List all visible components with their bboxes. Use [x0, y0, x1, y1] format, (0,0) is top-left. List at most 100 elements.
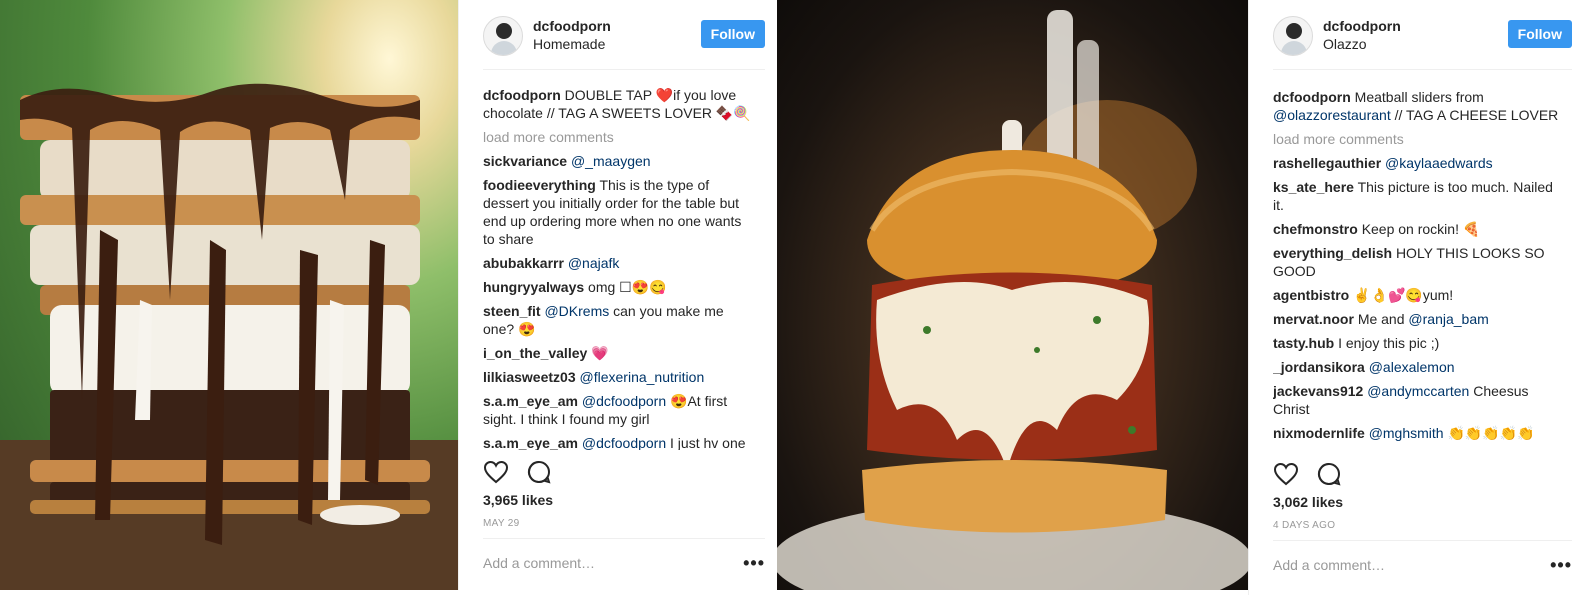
comment-mention[interactable]: @_maaygen [571, 153, 651, 169]
avatar[interactable] [483, 16, 523, 56]
comment-item: s.a.m_eye_am @dcfoodporn 😍At first sight… [483, 392, 755, 428]
comment-username[interactable]: foodieeverything [483, 177, 596, 193]
comment-username[interactable]: mervat.noor [1273, 311, 1354, 327]
comment-bubble-icon[interactable] [1317, 462, 1341, 491]
comment-item: nixmodernlife @mghsmith 👏👏👏👏👏 [1273, 424, 1562, 442]
comment-username[interactable]: s.a.m_eye_am [483, 435, 578, 450]
comment-username[interactable]: steen_fit [483, 303, 541, 319]
post-header: dcfoodporn Olazzo Follow [1273, 14, 1572, 70]
comment-item: abubakkarrr @najafk [483, 254, 755, 272]
post-photo-smores[interactable] [0, 0, 458, 590]
heart-icon[interactable] [1273, 462, 1299, 491]
post-side-panel: dcfoodporn Olazzo Follow dcfoodporn Meat… [1248, 0, 1582, 595]
load-more-comments-link[interactable]: load more comments [1273, 130, 1562, 148]
comment-item: tasty.hub I enjoy this pic ;) [1273, 334, 1562, 352]
comment-username[interactable]: hungryyalways [483, 279, 584, 295]
action-bar [1273, 462, 1355, 488]
comment-item: i_on_the_valley 💗 [483, 344, 755, 362]
add-comment-bar: ••• [1273, 540, 1572, 592]
comment-item: rashellegauthier @kaylaaedwards [1273, 154, 1562, 172]
more-options-icon[interactable]: ••• [743, 553, 765, 574]
add-comment-input[interactable] [1273, 557, 1513, 573]
post-photo-meatball-slider[interactable] [777, 0, 1248, 590]
comment-mention[interactable]: @DKrems [544, 303, 609, 319]
comment-text: Keep on rockin! 🍕 [1361, 221, 1481, 237]
caption: dcfoodporn DOUBLE TAP ❤️if you love choc… [483, 86, 755, 122]
location-link[interactable]: Olazzo [1323, 36, 1367, 52]
comment-username[interactable]: agentbistro [1273, 287, 1349, 303]
more-options-icon[interactable]: ••• [1550, 555, 1572, 576]
comment-username[interactable]: everything_delish [1273, 245, 1392, 261]
comment-item: steen_fit @DKrems can you make me one? 😍 [483, 302, 755, 338]
comment-text: 👏👏👏👏👏 [1447, 425, 1535, 441]
comment-item: jackevans912 @andymccarten Cheesus Chris… [1273, 382, 1562, 418]
caption-mention[interactable]: @olazzorestaurant [1273, 107, 1391, 123]
comment-item: hungryyalways omg ☐😍😋 [483, 278, 755, 296]
comment-username[interactable]: lilkiasweetz03 [483, 369, 576, 385]
post-side-panel: dcfoodporn Homemade Follow dcfoodporn DO… [458, 0, 775, 590]
comment-item: chefmonstro Keep on rockin! 🍕 [1273, 220, 1562, 238]
comment-username[interactable]: chefmonstro [1273, 221, 1358, 237]
comment-mention[interactable]: @mghsmith [1369, 425, 1444, 441]
post-card-1: dcfoodporn Homemade Follow dcfoodporn DO… [0, 0, 775, 595]
comment-item: lilkiasweetz03 @flexerina_nutrition [483, 368, 755, 386]
comment-username[interactable]: i_on_the_valley [483, 345, 587, 361]
action-bar [483, 460, 565, 486]
caption-text: Meatball sliders from [1354, 89, 1484, 105]
comment-mention[interactable]: @andymccarten [1367, 383, 1469, 399]
follow-button[interactable]: Follow [1507, 20, 1572, 48]
comment-mention[interactable]: @najafk [568, 255, 620, 271]
comment-username[interactable]: abubakkarrr [483, 255, 564, 271]
comment-text: ✌️👌💕😋yum! [1353, 287, 1454, 303]
comment-username[interactable]: _jordansikora [1273, 359, 1365, 375]
comment-username[interactable]: rashellegauthier [1273, 155, 1381, 171]
caption: dcfoodporn Meatball sliders from @olazzo… [1273, 88, 1562, 124]
comment-mention[interactable]: @dcfoodporn [582, 393, 666, 409]
comment-mention[interactable]: @dcfoodporn [582, 435, 666, 450]
post-card-2: dcfoodporn Olazzo Follow dcfoodporn Meat… [777, 0, 1582, 595]
comment-item: foodieeverything This is the type of des… [483, 176, 755, 248]
comment-username[interactable]: s.a.m_eye_am [483, 393, 578, 409]
comment-username[interactable]: jackevans912 [1273, 383, 1363, 399]
comment-username[interactable]: ks_ate_here [1273, 179, 1354, 195]
load-more-comments-link[interactable]: load more comments [483, 128, 755, 146]
likes-count[interactable]: 3,965 likes [483, 492, 553, 508]
comment-mention[interactable]: @flexerina_nutrition [580, 369, 705, 385]
location-link[interactable]: Homemade [533, 36, 605, 52]
comment-text: omg ☐😍😋 [588, 279, 667, 295]
comments-list[interactable]: dcfoodporn DOUBLE TAP ❤️if you love choc… [483, 86, 755, 450]
comment-item: agentbistro ✌️👌💕😋yum! [1273, 286, 1562, 304]
post-date: 4 DAYS AGO [1273, 520, 1336, 531]
username-link[interactable]: dcfoodporn [1323, 18, 1401, 34]
comment-item: _jordansikora @alexalemon [1273, 358, 1562, 376]
post-date: MAY 29 [483, 518, 520, 529]
comment-username[interactable]: sickvariance [483, 153, 567, 169]
follow-button[interactable]: Follow [700, 20, 765, 48]
comment-text: I just hv one [670, 435, 746, 450]
comment-item: ks_ate_here This picture is too much. Na… [1273, 178, 1562, 214]
comment-mention[interactable]: @ranja_bam [1408, 311, 1488, 327]
caption-text-2: // TAG A CHEESE LOVER [1394, 107, 1559, 123]
likes-count[interactable]: 3,062 likes [1273, 494, 1343, 510]
comment-item: s.a.m_eye_am @dcfoodporn I just hv one [483, 434, 755, 450]
comment-text: I enjoy this pic ;) [1338, 335, 1440, 351]
comment-item: everything_delish HOLY THIS LOOKS SO GOO… [1273, 244, 1562, 280]
comment-bubble-icon[interactable] [527, 460, 551, 489]
comment-text: 💗 [591, 345, 609, 361]
avatar[interactable] [1273, 16, 1313, 56]
comments-list[interactable]: dcfoodporn Meatball sliders from @olazzo… [1273, 88, 1562, 452]
comment-username[interactable]: nixmodernlife [1273, 425, 1365, 441]
meatball-slider-image [777, 10, 1248, 590]
comment-mention[interactable]: @alexalemon [1369, 359, 1455, 375]
post-header: dcfoodporn Homemade Follow [483, 14, 765, 70]
add-comment-bar: ••• [483, 538, 765, 590]
comment-mention[interactable]: @kaylaaedwards [1385, 155, 1493, 171]
comment-item: mervat.noor Me and @ranja_bam [1273, 310, 1562, 328]
heart-icon[interactable] [483, 460, 509, 489]
caption-username[interactable]: dcfoodporn [1273, 89, 1351, 105]
comment-username[interactable]: tasty.hub [1273, 335, 1334, 351]
comment-text: Me and [1357, 311, 1405, 327]
username-link[interactable]: dcfoodporn [533, 18, 611, 34]
caption-username[interactable]: dcfoodporn [483, 87, 561, 103]
add-comment-input[interactable] [483, 555, 723, 571]
